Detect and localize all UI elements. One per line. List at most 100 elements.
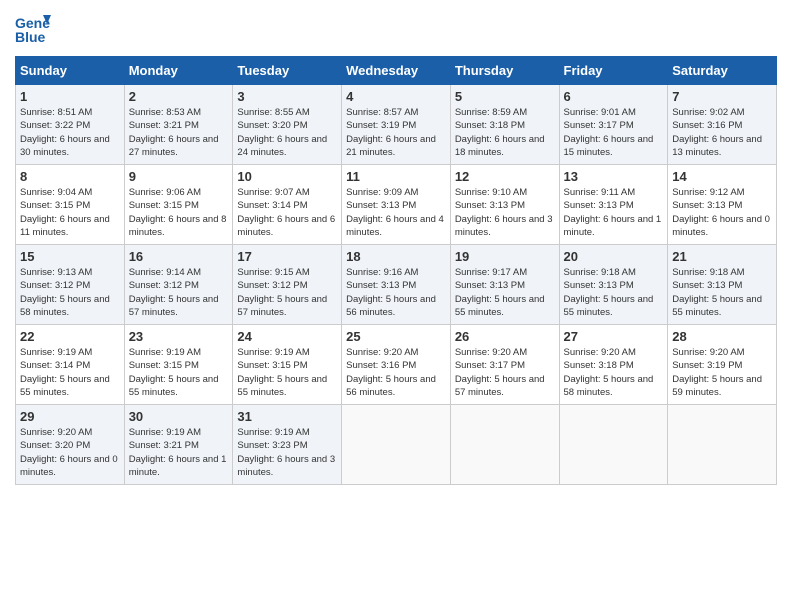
sunset: Sunset: 3:14 PM — [237, 200, 307, 211]
day-number: 26 — [455, 329, 555, 344]
day-number: 1 — [20, 89, 120, 104]
calendar-cell: 5Sunrise: 8:59 AMSunset: 3:18 PMDaylight… — [450, 85, 559, 165]
day-info: Sunrise: 9:10 AMSunset: 3:13 PMDaylight:… — [455, 186, 555, 239]
sunset: Sunset: 3:13 PM — [455, 280, 525, 291]
calendar-cell: 16Sunrise: 9:14 AMSunset: 3:12 PMDayligh… — [124, 245, 233, 325]
day-info: Sunrise: 9:11 AMSunset: 3:13 PMDaylight:… — [564, 186, 664, 239]
day-number: 10 — [237, 169, 337, 184]
sunset: Sunset: 3:15 PM — [129, 200, 199, 211]
day-number: 4 — [346, 89, 446, 104]
day-info: Sunrise: 9:18 AMSunset: 3:13 PMDaylight:… — [564, 266, 664, 319]
calendar-cell: 6Sunrise: 9:01 AMSunset: 3:17 PMDaylight… — [559, 85, 668, 165]
calendar-cell: 20 Sunrise: 9:18 AMSunset: 3:13 PMDayligh… — [559, 245, 668, 325]
sunset: Sunset: 3:18 PM — [455, 120, 525, 131]
daylight: Daylight: 5 hours and 55 minutes. — [455, 294, 545, 318]
day-info: Sunrise: 9:02 AMSunset: 3:16 PMDaylight:… — [672, 106, 772, 159]
calendar-cell — [668, 405, 777, 485]
sunset: Sunset: 3:17 PM — [455, 360, 525, 371]
day-info: Sunrise: 9:13 AMSunset: 3:12 PMDaylight:… — [20, 266, 120, 319]
calendar-cell: 31Sunrise: 9:19 AMSunset: 3:23 PMDayligh… — [233, 405, 342, 485]
daylight: Daylight: 6 hours and 15 minutes. — [564, 134, 654, 158]
daylight: Daylight: 5 hours and 59 minutes. — [672, 374, 762, 398]
sunset: Sunset: 3:13 PM — [346, 280, 416, 291]
day-number: 11 — [346, 169, 446, 184]
svg-text:Blue: Blue — [15, 29, 46, 45]
calendar-cell: 18Sunrise: 9:16 AMSunset: 3:13 PMDayligh… — [342, 245, 451, 325]
weekday-header-wednesday: Wednesday — [342, 57, 451, 85]
sunset: Sunset: 3:21 PM — [129, 440, 199, 451]
week-row-5: 29Sunrise: 9:20 AMSunset: 3:20 PMDayligh… — [16, 405, 777, 485]
daylight: Daylight: 6 hours and 0 minutes. — [20, 454, 118, 478]
day-number: 16 — [129, 249, 229, 264]
day-info: Sunrise: 9:20 AMSunset: 3:16 PMDaylight:… — [346, 346, 446, 399]
day-number: 7 — [672, 89, 772, 104]
sunrise: Sunrise: 9:20 AM — [346, 347, 418, 358]
daylight: Daylight: 6 hours and 6 minutes. — [237, 214, 335, 238]
day-info: Sunrise: 9:17 AMSunset: 3:13 PMDaylight:… — [455, 266, 555, 319]
calendar-cell: 9Sunrise: 9:06 AMSunset: 3:15 PMDaylight… — [124, 165, 233, 245]
sunrise: Sunrise: 9:04 AM — [20, 187, 92, 198]
sunrise: Sunrise: 9:10 AM — [455, 187, 527, 198]
sunset: Sunset: 3:17 PM — [564, 120, 634, 131]
calendar-cell: 12 Sunrise: 9:10 AMSunset: 3:13 PMDayligh… — [450, 165, 559, 245]
sunset: Sunset: 3:13 PM — [346, 200, 416, 211]
weekday-header-friday: Friday — [559, 57, 668, 85]
calendar-cell: 25Sunrise: 9:20 AMSunset: 3:16 PMDayligh… — [342, 325, 451, 405]
sunrise: Sunrise: 9:19 AM — [237, 427, 309, 438]
calendar-cell: 3Sunrise: 8:55 AMSunset: 3:20 PMDaylight… — [233, 85, 342, 165]
day-info: Sunrise: 9:18 AMSunset: 3:13 PMDaylight:… — [672, 266, 772, 319]
sunset: Sunset: 3:15 PM — [237, 360, 307, 371]
day-number: 21 — [672, 249, 772, 264]
daylight: Daylight: 6 hours and 1 minute. — [129, 454, 227, 478]
calendar-cell — [559, 405, 668, 485]
day-number: 14 — [672, 169, 772, 184]
day-number: 27 — [564, 329, 664, 344]
sunrise: Sunrise: 9:12 AM — [672, 187, 744, 198]
sunset: Sunset: 3:13 PM — [672, 200, 742, 211]
week-row-4: 22Sunrise: 9:19 AMSunset: 3:14 PMDayligh… — [16, 325, 777, 405]
weekday-header-thursday: Thursday — [450, 57, 559, 85]
day-info: Sunrise: 9:04 AMSunset: 3:15 PMDaylight:… — [20, 186, 120, 239]
daylight: Daylight: 5 hours and 55 minutes. — [672, 294, 762, 318]
sunrise: Sunrise: 9:18 AM — [564, 267, 636, 278]
calendar-cell — [342, 405, 451, 485]
daylight: Daylight: 5 hours and 56 minutes. — [346, 374, 436, 398]
weekday-header-saturday: Saturday — [668, 57, 777, 85]
calendar-cell: 2Sunrise: 8:53 AMSunset: 3:21 PMDaylight… — [124, 85, 233, 165]
day-info: Sunrise: 9:12 AMSunset: 3:13 PMDaylight:… — [672, 186, 772, 239]
calendar-cell: 17Sunrise: 9:15 AMSunset: 3:12 PMDayligh… — [233, 245, 342, 325]
logo-icon: General Blue — [15, 10, 51, 46]
sunset: Sunset: 3:20 PM — [20, 440, 90, 451]
calendar-cell: 28Sunrise: 9:20 AMSunset: 3:19 PMDayligh… — [668, 325, 777, 405]
daylight: Daylight: 6 hours and 8 minutes. — [129, 214, 227, 238]
day-number: 15 — [20, 249, 120, 264]
day-info: Sunrise: 9:07 AMSunset: 3:14 PMDaylight:… — [237, 186, 337, 239]
day-info: Sunrise: 8:59 AMSunset: 3:18 PMDaylight:… — [455, 106, 555, 159]
sunrise: Sunrise: 9:15 AM — [237, 267, 309, 278]
sunrise: Sunrise: 8:55 AM — [237, 107, 309, 118]
calendar-cell: 4Sunrise: 8:57 AMSunset: 3:19 PMDaylight… — [342, 85, 451, 165]
sunrise: Sunrise: 9:20 AM — [672, 347, 744, 358]
sunset: Sunset: 3:13 PM — [672, 280, 742, 291]
sunset: Sunset: 3:22 PM — [20, 120, 90, 131]
calendar-cell: 1Sunrise: 8:51 AMSunset: 3:22 PMDaylight… — [16, 85, 125, 165]
day-number: 12 — [455, 169, 555, 184]
sunrise: Sunrise: 9:02 AM — [672, 107, 744, 118]
daylight: Daylight: 6 hours and 21 minutes. — [346, 134, 436, 158]
calendar-cell: 24Sunrise: 9:19 AMSunset: 3:15 PMDayligh… — [233, 325, 342, 405]
day-info: Sunrise: 9:20 AMSunset: 3:18 PMDaylight:… — [564, 346, 664, 399]
calendar-cell — [450, 405, 559, 485]
sunrise: Sunrise: 9:20 AM — [564, 347, 636, 358]
calendar-cell: 22Sunrise: 9:19 AMSunset: 3:14 PMDayligh… — [16, 325, 125, 405]
daylight: Daylight: 6 hours and 3 minutes. — [237, 454, 335, 478]
calendar-cell: 10 Sunrise: 9:07 AMSunset: 3:14 PMDayligh… — [233, 165, 342, 245]
day-number: 30 — [129, 409, 229, 424]
daylight: Daylight: 5 hours and 55 minutes. — [20, 374, 110, 398]
daylight: Daylight: 6 hours and 30 minutes. — [20, 134, 110, 158]
calendar-cell: 30Sunrise: 9:19 AMSunset: 3:21 PMDayligh… — [124, 405, 233, 485]
day-info: Sunrise: 9:06 AMSunset: 3:15 PMDaylight:… — [129, 186, 229, 239]
day-number: 20 — [564, 249, 664, 264]
day-number: 23 — [129, 329, 229, 344]
sunrise: Sunrise: 9:19 AM — [20, 347, 92, 358]
sunrise: Sunrise: 9:20 AM — [455, 347, 527, 358]
